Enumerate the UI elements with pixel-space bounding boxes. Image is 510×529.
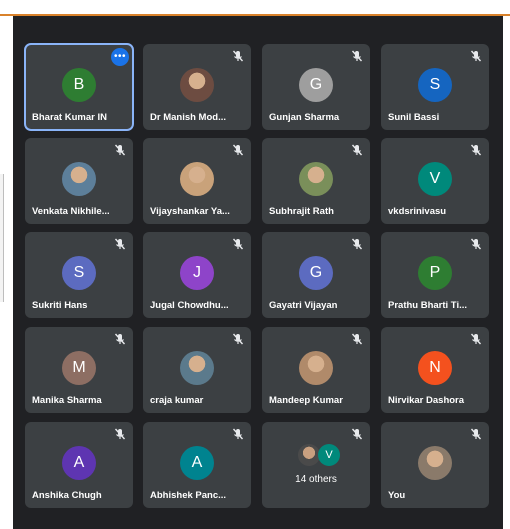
avatar: A bbox=[180, 446, 214, 480]
participant-name: Vijayshankar Ya... bbox=[150, 206, 230, 217]
avatar: S bbox=[62, 256, 96, 290]
mic-off-icon bbox=[469, 427, 483, 441]
others-initial-avatar: V bbox=[318, 444, 340, 466]
avatar-photo bbox=[180, 162, 214, 196]
mic-off-icon bbox=[350, 332, 364, 346]
participant-tile-manika-sharma[interactable]: M Manika Sharma bbox=[25, 327, 133, 413]
mic-off-icon bbox=[113, 332, 127, 346]
avatar: J bbox=[180, 256, 214, 290]
participant-name: Subhrajit Rath bbox=[269, 206, 334, 217]
avatar: N bbox=[418, 351, 452, 385]
mic-off-icon bbox=[231, 237, 245, 251]
mic-off-icon bbox=[469, 49, 483, 63]
participant-tile-dr-manish-mod[interactable]: Dr Manish Mod... bbox=[143, 44, 251, 130]
participant-tile-vkdsrinivasu[interactable]: Vvkdsrinivasu bbox=[381, 138, 489, 224]
participant-name: Nirvikar Dashora bbox=[388, 395, 465, 406]
participant-name: Mandeep Kumar bbox=[269, 395, 343, 406]
mic-off-icon bbox=[113, 237, 127, 251]
others-avatars: V bbox=[294, 444, 344, 468]
participant-tile-gunjan-sharma[interactable]: G Gunjan Sharma bbox=[262, 44, 370, 130]
avatar-photo bbox=[180, 351, 214, 385]
mic-off-icon bbox=[231, 332, 245, 346]
participant-name: Abhishek Panc... bbox=[150, 490, 227, 501]
others-photo-avatar bbox=[298, 444, 320, 466]
participant-name: Gunjan Sharma bbox=[269, 112, 340, 123]
avatar-photo bbox=[299, 351, 333, 385]
mic-off-icon bbox=[469, 143, 483, 157]
mic-off-icon bbox=[469, 237, 483, 251]
side-marker bbox=[0, 174, 4, 302]
left-strip bbox=[0, 16, 13, 529]
avatar: M bbox=[62, 351, 96, 385]
participant-tile-anshika-chugh[interactable]: A Anshika Chugh bbox=[25, 422, 133, 508]
mic-off-icon bbox=[350, 427, 364, 441]
avatar-photo bbox=[180, 68, 214, 102]
mic-off-icon bbox=[231, 49, 245, 63]
participant-name: Manika Sharma bbox=[32, 395, 102, 406]
avatar: S bbox=[418, 68, 452, 102]
participant-name: You bbox=[388, 490, 406, 501]
participant-tile-venkata-nikhile[interactable]: Venkata Nikhile... bbox=[25, 138, 133, 224]
participant-tile-sukriti-hans[interactable]: S Sukriti Hans bbox=[25, 232, 133, 318]
participant-name: Jugal Chowdhu... bbox=[150, 300, 229, 311]
participant-tile-14-others[interactable]: V 14 others bbox=[262, 422, 370, 508]
mic-off-icon bbox=[350, 49, 364, 63]
avatar: V bbox=[418, 162, 452, 196]
avatar: P bbox=[418, 256, 452, 290]
participant-name: Gayatri Vijayan bbox=[269, 300, 338, 311]
participant-tile-mandeep-kumar[interactable]: Mandeep Kumar bbox=[262, 327, 370, 413]
participant-name: Sukriti Hans bbox=[32, 300, 88, 311]
participant-tile-nirvikar-dashora[interactable]: N Nirvikar Dashora bbox=[381, 327, 489, 413]
avatar: G bbox=[299, 68, 333, 102]
participant-tile-sunil-bassi[interactable]: S Sunil Bassi bbox=[381, 44, 489, 130]
meeting-grid: B Bharat Kumar IN ••• Dr Manish Mod... G Gunj… bbox=[13, 16, 503, 529]
participant-tile-vijayshankar-ya[interactable]: Vijayshankar Ya... bbox=[143, 138, 251, 224]
mic-off-icon bbox=[350, 143, 364, 157]
participant-name: vkdsrinivasu bbox=[388, 206, 447, 217]
participant-tile-subhrajit-rath[interactable]: Subhrajit Rath bbox=[262, 138, 370, 224]
participant-name: Bharat Kumar IN bbox=[32, 112, 107, 123]
right-edge bbox=[503, 16, 510, 529]
participant-tile-gayatri-vijayan[interactable]: G Gayatri Vijayan bbox=[262, 232, 370, 318]
more-options-icon[interactable]: ••• bbox=[111, 48, 129, 66]
participant-name: Prathu Bharti Ti... bbox=[388, 300, 468, 311]
avatar-photo bbox=[299, 162, 333, 196]
participant-name: Sunil Bassi bbox=[388, 112, 440, 123]
avatar: B bbox=[62, 68, 96, 102]
others-count-label: 14 others bbox=[295, 474, 337, 485]
participant-tile-you[interactable]: You bbox=[381, 422, 489, 508]
participant-tile-prathu-bharti-ti[interactable]: P Prathu Bharti Ti... bbox=[381, 232, 489, 318]
mic-off-icon bbox=[231, 143, 245, 157]
participant-name: Dr Manish Mod... bbox=[150, 112, 226, 123]
avatar: A bbox=[62, 446, 96, 480]
mic-off-icon bbox=[113, 143, 127, 157]
participant-tile-abhishek-panc[interactable]: A Abhishek Panc... bbox=[143, 422, 251, 508]
participant-tile-bharat-kumar-in[interactable]: B Bharat Kumar IN ••• bbox=[24, 43, 134, 131]
mic-off-icon bbox=[350, 237, 364, 251]
participant-name: Venkata Nikhile... bbox=[32, 206, 110, 217]
participant-name: craja kumar bbox=[150, 395, 204, 406]
mic-off-icon bbox=[469, 332, 483, 346]
participant-tile-jugal-chowdhu[interactable]: J Jugal Chowdhu... bbox=[143, 232, 251, 318]
avatar-photo bbox=[418, 446, 452, 480]
mic-off-icon bbox=[113, 427, 127, 441]
avatar: G bbox=[299, 256, 333, 290]
participant-name: Anshika Chugh bbox=[32, 490, 102, 501]
participant-tile-craja-kumar[interactable]: craja kumar bbox=[143, 327, 251, 413]
avatar-photo bbox=[62, 162, 96, 196]
mic-off-icon bbox=[231, 427, 245, 441]
